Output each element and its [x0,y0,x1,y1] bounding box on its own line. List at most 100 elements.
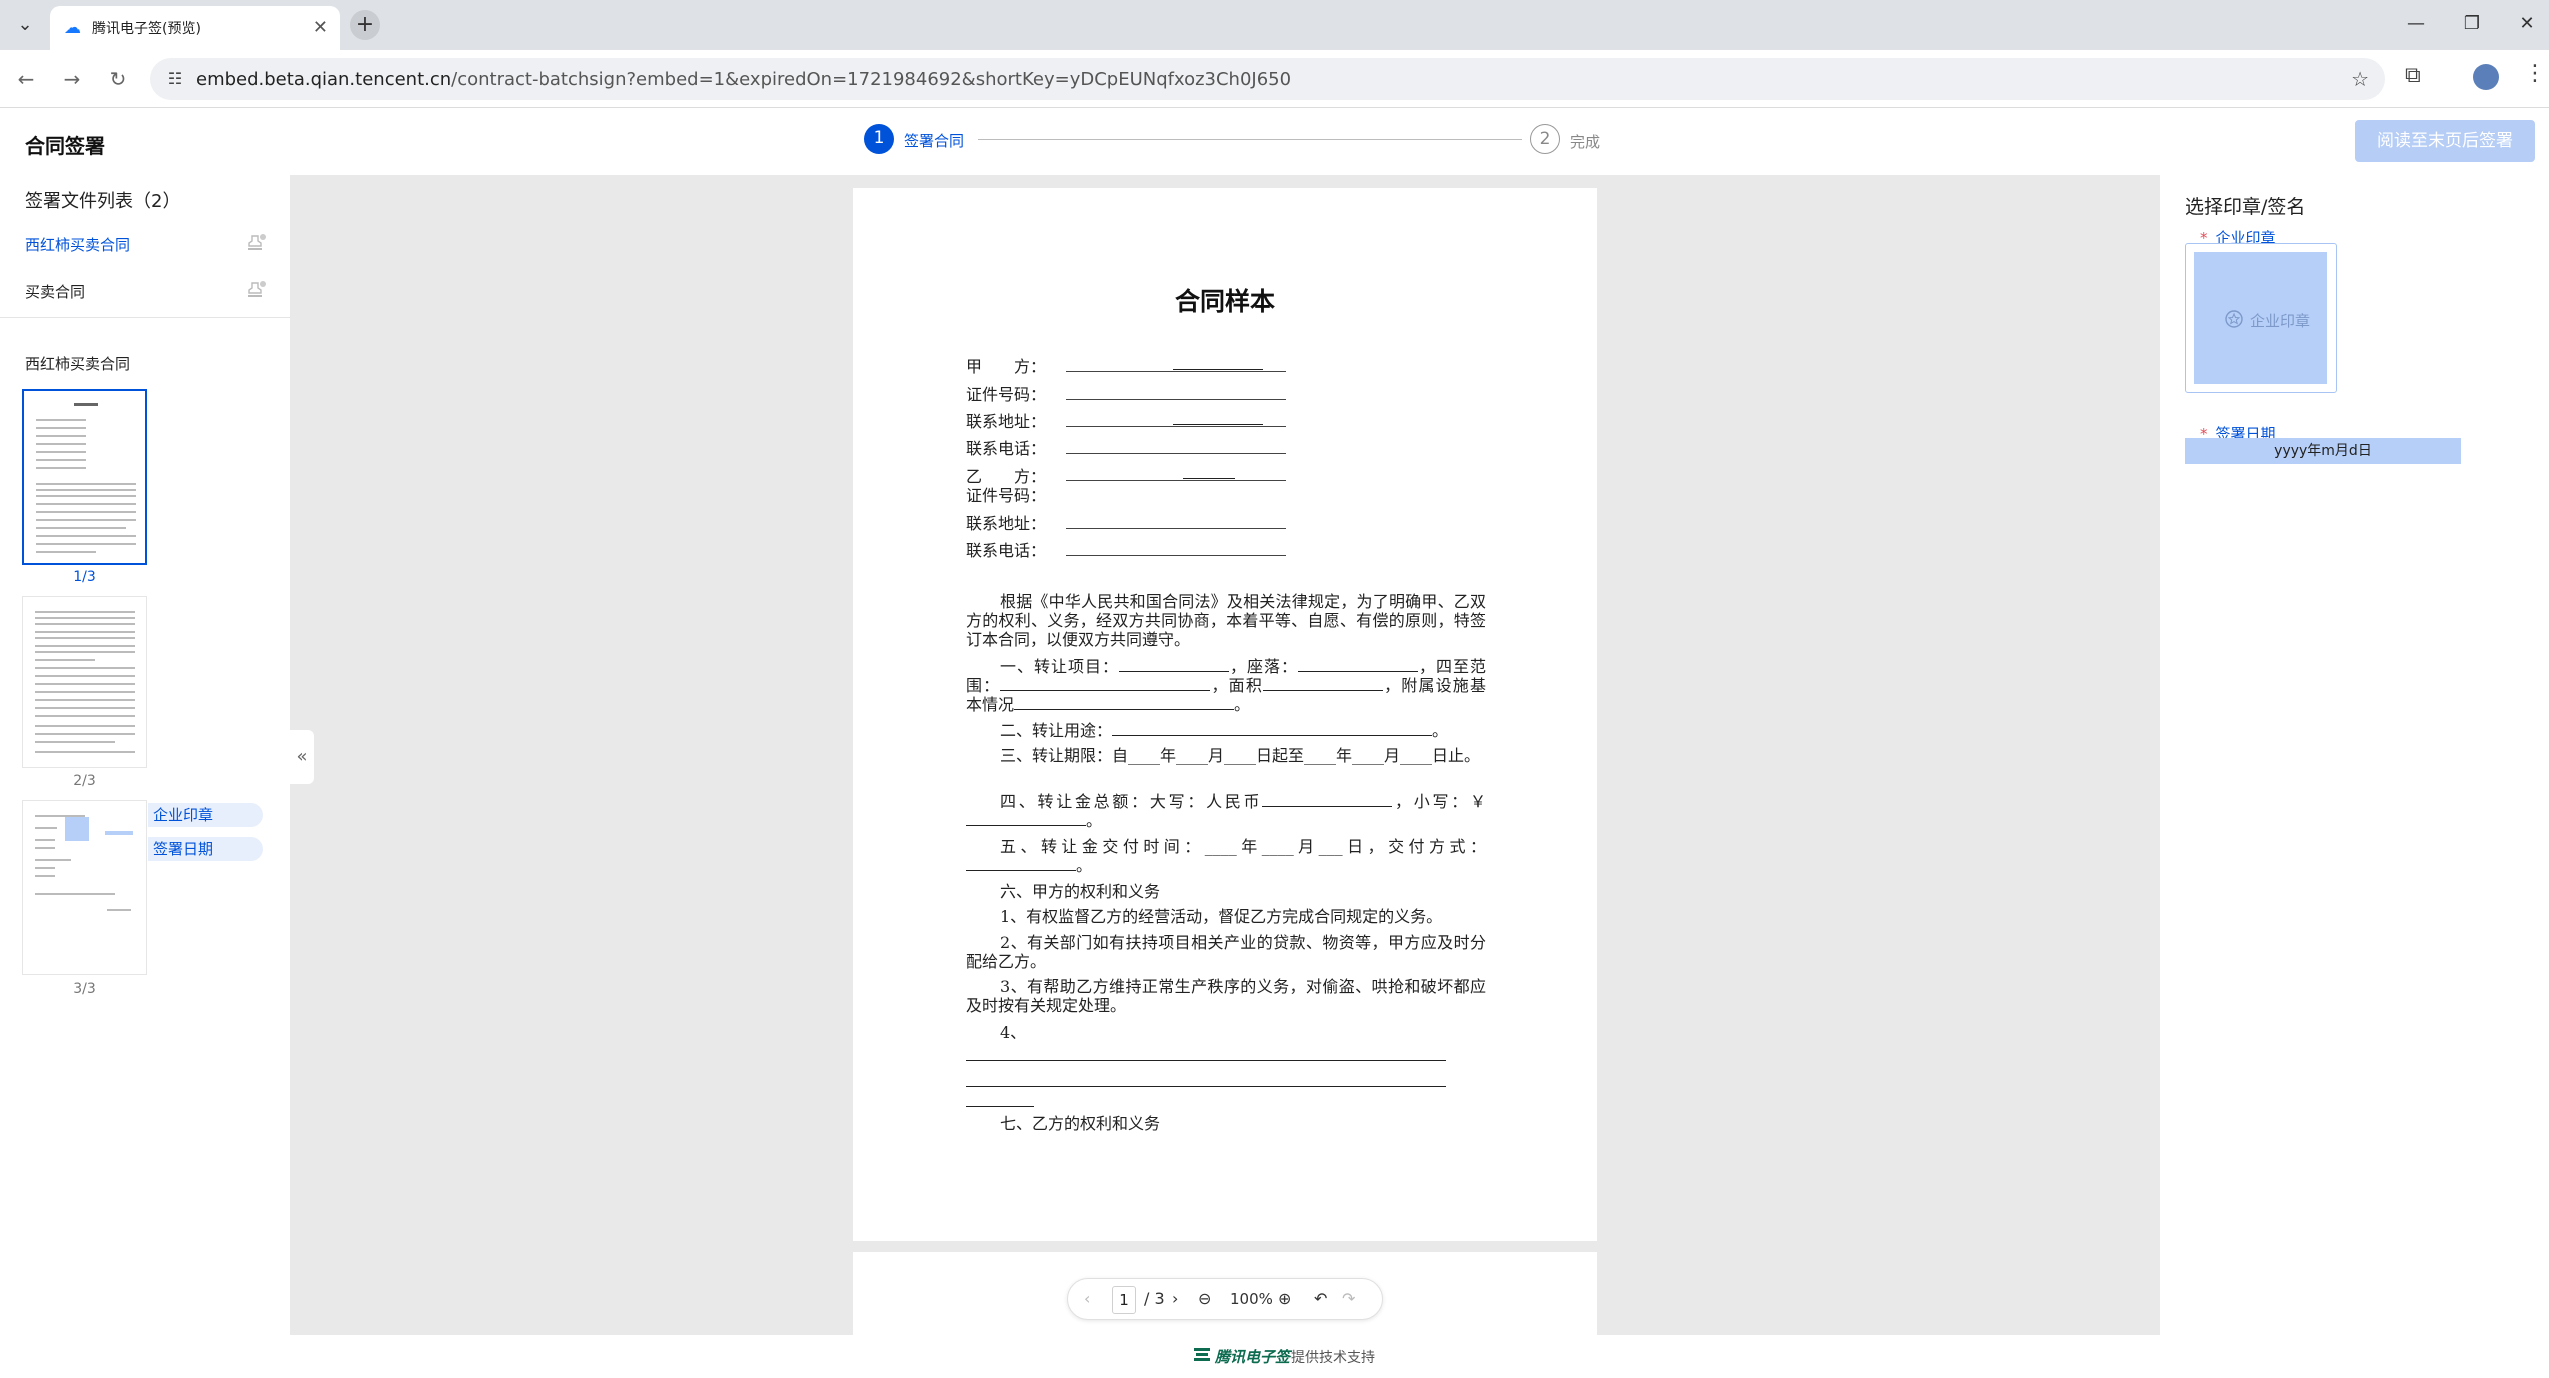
date-marker [105,831,133,835]
file-item-tomato-contract[interactable]: 西红柿买卖合同 [0,222,290,268]
clause-2: 二、转让用途：。 [1000,721,1449,740]
fill-line [1066,555,1286,556]
current-document-title: 西红柿买卖合同 [25,355,131,373]
phone-label: 联系电话： [966,439,1047,458]
clause-3: 三、转让期限：自____年____月____日起至____年____月____日… [1000,746,1481,765]
divider [0,317,290,318]
file-list-title: 签署文件列表（2） [25,191,181,212]
fill-line [1173,424,1263,425]
footer-brand: 腾讯电子签 [1215,1348,1291,1366]
step-2-circle: 2 [1530,124,1560,154]
page-title: 合同签署 [25,134,105,158]
clause-6-4: 4、 [1000,1023,1027,1042]
rotate-right-icon[interactable]: ↷ [1342,1289,1355,1309]
fill-line [1066,371,1286,372]
seal-status-icon [248,281,266,297]
page-thumbnail-2[interactable] [22,596,147,768]
url-text[interactable]: embed.beta.qian.tencent.cn/contract-batc… [196,69,1291,90]
read-to-end-sign-button[interactable]: 阅读至末页后签署 [2355,120,2535,162]
id-number-label: 证件号码： [966,486,1047,505]
clause-6-3: 3、有帮助乙方维持正常生产秩序的义务，对偷盗、哄抢和破坏都应及时按有关规定处理。 [966,977,1486,1015]
extensions-icon[interactable]: ⧉ [2405,63,2421,88]
step-2-label: 完成 [1570,133,1601,151]
page-thumbnail-3[interactable] [22,800,147,975]
fill-line [1066,426,1286,427]
total-pages: / 3 [1144,1289,1165,1308]
profile-avatar[interactable] [2473,64,2499,90]
close-window-icon[interactable]: ✕ [2507,10,2547,38]
seal-status-icon [248,234,266,250]
bookmark-star-icon[interactable]: ☆ [2351,66,2369,92]
clause-4: 四、转让金总额：大写：人民币 ，小写：￥。 [966,792,1486,830]
phone-label: 联系电话： [966,541,1047,560]
file-item-sales-contract[interactable]: 买卖合同 [0,269,290,315]
zoom-in-icon[interactable]: ⊕ [1278,1289,1291,1309]
seal-selector[interactable]: 企业印章 [2185,243,2337,393]
zoom-level: 100% [1230,1290,1273,1308]
seal-placeholder[interactable]: 企业印章 [2194,252,2327,384]
clause-6-2: 2、有关部门如有扶持项目相关产业的贷款、物资等，甲方应及时分配给乙方。 [966,933,1486,971]
browser-menu-icon[interactable]: ⋮ [2524,61,2546,86]
footer-support-text: 提供技术支持 [1291,1350,1375,1366]
rotate-left-icon[interactable]: ↶ [1314,1289,1327,1309]
restore-icon[interactable]: ❐ [2452,10,2492,38]
sign-date-field[interactable]: yyyy年m月d日 [2185,438,2461,464]
fill-line [1066,480,1286,481]
fill-line [1066,453,1286,454]
clause-1: 一、转让项目： ，座落： ，四至范围： ，面积 ，附属设施基本情况。 [966,657,1486,714]
file-item-label: 买卖合同 [25,283,86,301]
fill-line [1066,399,1286,400]
panel-title: 选择印章/签名 [2185,196,2306,218]
clause-6-heading: 六、甲方的权利和义务 [1000,882,1161,901]
zoom-out-icon[interactable]: ⊖ [1198,1289,1211,1309]
step-1-circle: 1 [864,124,894,154]
back-arrow-icon[interactable]: ← [12,65,40,93]
page-controls: ‹ 1 / 3 › ⊖ 100% ⊕ ↶ ↷ [1067,1278,1383,1320]
seal-marker [65,817,89,841]
address-bar[interactable]: ☷ embed.beta.qian.tencent.cn/contract-ba… [150,58,2385,100]
prev-page-icon[interactable]: ‹ [1084,1289,1090,1309]
seal-placeholder-label: 企业印章 [2250,312,2311,330]
page-thumbnail-label: 1/3 [73,569,96,585]
field-chip-seal[interactable]: 企业印章 [148,803,263,827]
page-thumbnail-label: 2/3 [73,773,96,789]
page-thumbnail-1[interactable] [22,389,147,565]
clause-7-heading: 七、乙方的权利和义务 [1000,1114,1161,1133]
tencent-esign-logo-icon [1194,1348,1210,1361]
close-tab-icon[interactable]: ✕ [313,16,328,40]
step-1-label: 签署合同 [904,132,965,150]
collapse-sidebar-icon[interactable]: « [290,730,314,784]
document-page-1: 合同样本 甲 方： 证件号码： 联系地址： 联系电话： 乙 方： 证件号码： 联… [853,188,1597,1241]
tab-title: 腾讯电子签(预览) [92,21,201,37]
app-header: 合同签署 1 签署合同 2 完成 阅读至末页后签署 [0,108,2549,175]
browser-toolbar: ← → ↻ ☷ embed.beta.qian.tencent.cn/contr… [0,50,2549,108]
reload-icon[interactable]: ↻ [104,65,132,93]
tab-search-icon[interactable]: ⌄ [12,12,38,38]
forward-arrow-icon[interactable]: → [58,65,86,93]
cloud-favicon-icon: ☁ [64,18,81,38]
party-a-label: 甲 方： [966,357,1047,376]
next-page-icon[interactable]: › [1172,1289,1178,1309]
fill-line [966,1060,1446,1061]
field-chip-date[interactable]: 签署日期 [148,837,263,861]
footer: 腾讯电子签 提供技术支持 [0,1335,2549,1378]
fill-line [966,1106,1034,1107]
clause-6-1: 1、有权监督乙方的经营活动，督促乙方完成合同规定的义务。 [1000,907,1443,926]
step-connector [978,139,1522,140]
site-settings-icon[interactable]: ☷ [162,66,188,92]
clause-preamble: 根据《中华人民共和国合同法》及相关法律规定，为了明确甲、乙双方的权利、义务，经双… [966,592,1486,649]
id-number-label: 证件号码： [966,385,1047,404]
fill-line [1183,478,1235,479]
signature-panel: 选择印章/签名 * 企业印章 企业印章 * 签署日期 yyyy年m月d日 [2160,175,2549,1335]
minimize-icon[interactable]: — [2396,10,2436,38]
page-number-input[interactable]: 1 [1112,1286,1136,1314]
fill-line [1066,528,1286,529]
stepper: 1 签署合同 2 完成 [862,124,1622,156]
new-tab-button[interactable]: + [350,10,380,40]
clause-5: 五、转让金交付时间：____年____月___日，交付方式：。 [966,837,1486,875]
browser-tab[interactable]: ☁ 腾讯电子签(预览) ✕ [50,6,340,50]
file-item-label: 西红柿买卖合同 [25,236,131,254]
address-label: 联系地址： [966,514,1047,533]
address-label: 联系地址： [966,412,1047,431]
page-thumbnail-label: 3/3 [73,981,96,997]
